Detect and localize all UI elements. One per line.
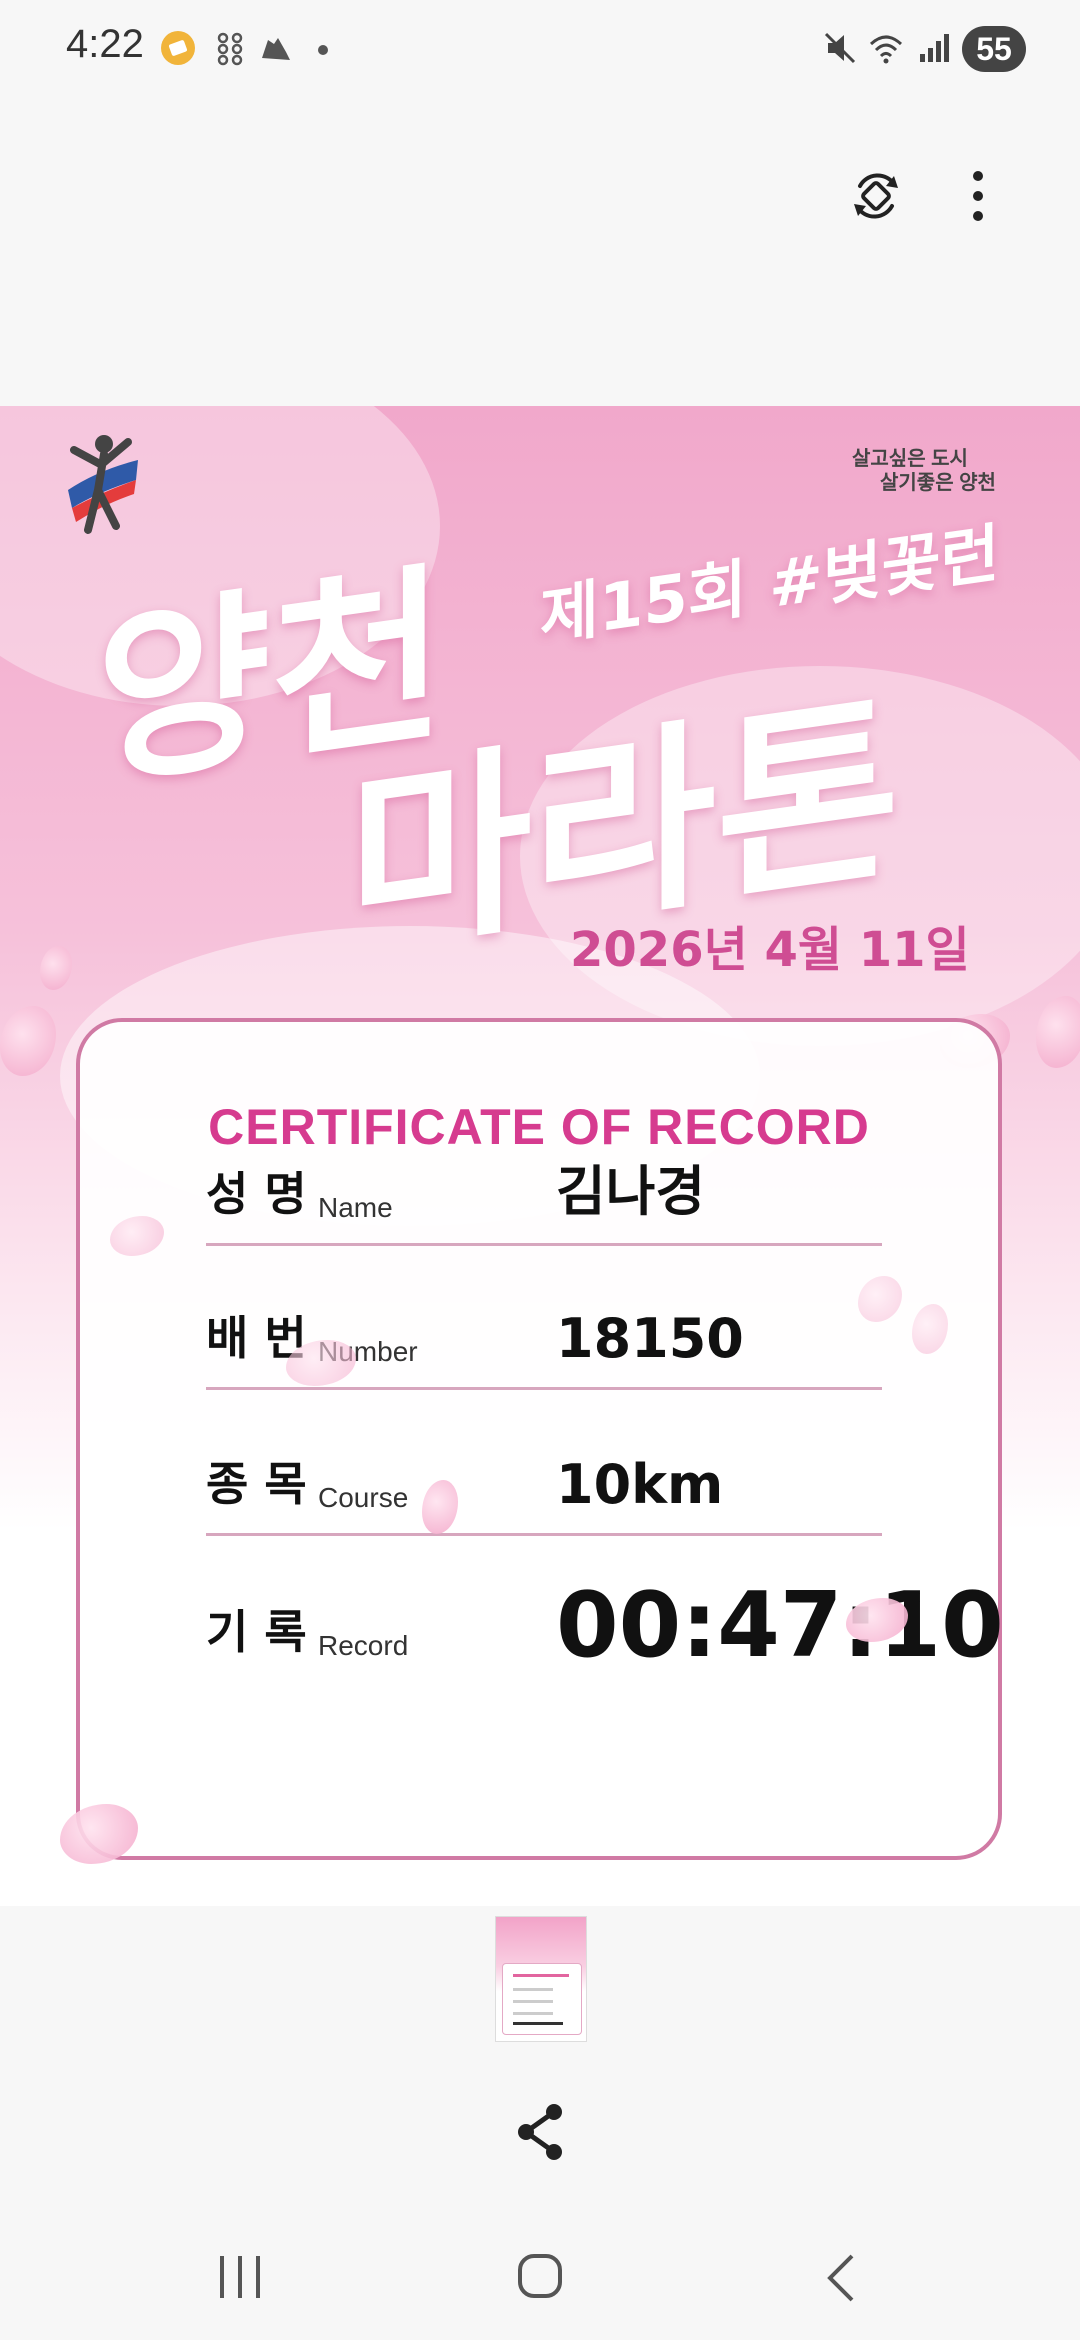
petal-decoration <box>1036 996 1080 1068</box>
petal-decoration <box>0 1006 56 1076</box>
petal-decoration <box>40 946 72 990</box>
row-label-en: Course <box>318 1482 409 1513</box>
share-icon[interactable] <box>504 2096 576 2168</box>
more-notifications-dot <box>318 45 328 55</box>
dots-grid-icon <box>217 32 243 66</box>
image-thumbnail[interactable] <box>495 1916 587 2042</box>
back-icon[interactable] <box>822 2252 862 2304</box>
row-value: 김나경 <box>556 1160 706 1223</box>
row-label-ko: 성명 <box>206 1167 323 1221</box>
status-time: 4:22 <box>66 22 144 66</box>
recent-apps-icon[interactable] <box>214 2252 266 2302</box>
row-label-ko: 종목 <box>206 1457 323 1511</box>
mute-icon <box>824 32 856 64</box>
certificate-image[interactable]: 살고싶은 도시 살기좋은 양천 양천 마라톤 제15회 #벚꽃런 2026년 4… <box>0 406 1080 1906</box>
org-slogan-line2: 살기좋은 양천 <box>880 472 996 494</box>
thumbnail-line <box>513 1988 553 1991</box>
row-label-ko: 기록 <box>206 1605 323 1659</box>
row-divider <box>206 1533 882 1536</box>
signal-icon <box>920 34 949 62</box>
thumbnail-card <box>502 1963 582 2035</box>
record-card: CERTIFICATE OF RECORD 성명 Name 김나경 배번 Num… <box>76 1018 1004 1860</box>
row-divider <box>206 1387 882 1390</box>
runner-logo-icon <box>68 435 138 534</box>
record-row-name: 성명 Name 김나경 <box>206 1146 956 1246</box>
record-row-course: 종목 Course 10km <box>206 1436 956 1536</box>
wifi-icon <box>869 35 903 64</box>
home-icon[interactable] <box>514 2250 566 2302</box>
notification-app-icon <box>161 31 195 65</box>
battery-indicator: 55 <box>962 26 1026 72</box>
auto-rotate-icon[interactable] <box>840 160 912 232</box>
status-bar: 4:22 55 <box>0 0 1080 100</box>
row-label-en: Record <box>318 1630 409 1661</box>
row-divider <box>206 1243 882 1246</box>
row-value: 10km <box>556 1453 724 1516</box>
event-date: 2026년 4월 11일 <box>570 922 970 978</box>
row-label-en: Name <box>318 1192 393 1223</box>
navigation-bar <box>0 2210 1080 2340</box>
more-options-icon[interactable] <box>942 160 1014 232</box>
event-edition: 제15회 #벚꽃런 <box>540 516 1000 656</box>
record-row-record: 기록 Record 00:47:10 <box>206 1573 1004 1684</box>
thumbnail-line <box>513 1974 569 1977</box>
row-value: 18150 <box>556 1307 744 1370</box>
thumbnail-line <box>513 2000 553 2003</box>
row-value-record: 00:47:10 <box>556 1573 1004 1678</box>
thumbnail-line <box>513 2012 553 2015</box>
thumbnail-line <box>513 2022 563 2025</box>
shoe-icon <box>262 38 290 60</box>
